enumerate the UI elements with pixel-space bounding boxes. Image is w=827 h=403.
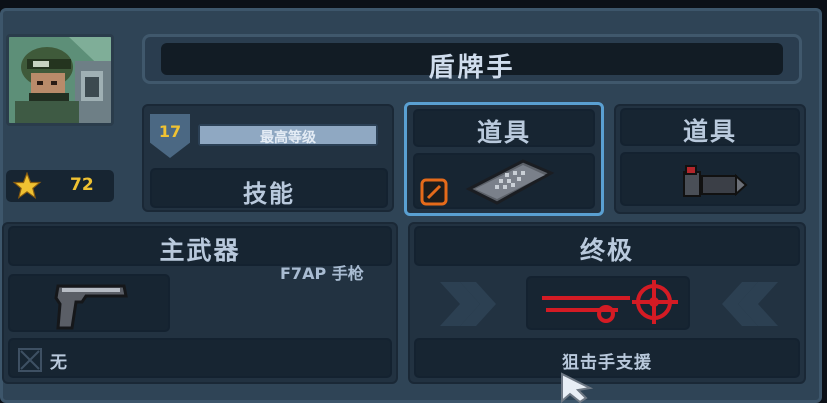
item-slot-2[interactable]: 道具 [614, 104, 806, 214]
ultimate-title: 终极 [579, 236, 634, 265]
level-number: 17 [158, 122, 182, 141]
ultimate-name-bar: 狙击手支援 [414, 338, 800, 378]
chevron-right-icon[interactable] [438, 280, 500, 328]
smoke-grenade-icon [420, 178, 448, 206]
item-slot-1-content [413, 153, 595, 209]
mouse-cursor-icon [561, 372, 594, 403]
level-progress-bar: 最高等级 [198, 124, 378, 146]
skill-label: 技能 [243, 180, 295, 208]
ultimate-header: 终极 [414, 226, 800, 266]
star-icon [12, 172, 42, 200]
character-name: 盾牌手 [428, 53, 516, 83]
item-slot-2-header: 道具 [620, 108, 800, 146]
item-slot-1[interactable]: 道具 [404, 102, 604, 216]
item-slot-1-header: 道具 [413, 109, 595, 147]
ultimate-slot[interactable] [526, 276, 690, 330]
primary-weapon-panel[interactable]: 主武器 F7AP 手枪 无 [2, 222, 398, 384]
star-rating: 72 [6, 170, 114, 202]
character-name-bar: 盾牌手 [142, 34, 802, 84]
level-status: 最高等级 [260, 130, 316, 146]
sniper-support-icon [542, 280, 678, 324]
secondary-label: 无 [50, 353, 67, 373]
character-portrait[interactable] [6, 34, 114, 126]
star-count: 72 [70, 175, 94, 195]
item-slot-2-content [620, 152, 800, 206]
item-slot-1-label: 道具 [476, 118, 531, 147]
chevron-left-icon[interactable] [718, 280, 780, 328]
pistol-slot[interactable] [8, 274, 170, 332]
empty-slot-icon [18, 348, 42, 372]
soldier-portrait-icon [9, 37, 111, 123]
pistol-icon [54, 284, 128, 330]
secondary-slot[interactable]: 无 [8, 338, 392, 378]
ultimate-name: 狙击手支援 [562, 353, 652, 373]
ammo-icon [683, 165, 748, 197]
primary-weapon-name: F7AP 手枪 [280, 264, 364, 283]
shield-plate-icon [465, 159, 555, 205]
skill-button[interactable]: 技能 [150, 168, 388, 208]
item-slot-2-label: 道具 [682, 117, 737, 146]
level-shield-icon: 17 [150, 114, 190, 158]
ultimate-panel[interactable]: 终极 狙击手支援 [408, 222, 806, 384]
